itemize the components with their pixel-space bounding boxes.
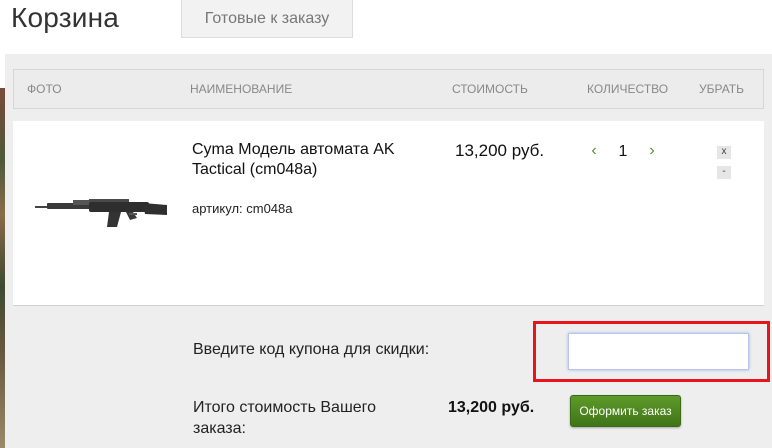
coupon-label: Введите код купона для скидки: — [193, 341, 430, 358]
table-header: ФОТО НАИМЕНОВАНИЕ СТОИМОСТЬ КОЛИЧЕСТВО У… — [13, 69, 764, 109]
quantity-value: 1 — [618, 143, 628, 160]
decrease-item-button[interactable]: - — [717, 166, 731, 179]
page-title: Корзина — [11, 2, 120, 33]
coupon-input[interactable] — [568, 333, 749, 370]
total-label: Итого стоимость Вашего заказа: — [193, 399, 377, 437]
product-sku: артикул: cm048a — [192, 201, 293, 216]
header-price: СТОИМОСТЬ — [452, 82, 528, 96]
product-name[interactable]: Cyma Модель автомата AK Tactical (cm048a… — [192, 140, 432, 180]
checkout-button[interactable]: Оформить заказ — [570, 395, 681, 427]
product-price: 13,200 руб. — [455, 141, 545, 160]
header-photo: ФОТО — [27, 82, 62, 96]
table-row: Cyma Модель автомата AK Tactical (cm048a… — [13, 121, 764, 306]
header-remove: УБРАТЬ — [699, 82, 744, 96]
product-image[interactable] — [33, 187, 169, 237]
tab-ready-to-order[interactable]: Готовые к заказу — [181, 0, 353, 38]
remove-item-button[interactable]: x — [717, 146, 731, 159]
quantity-stepper: ‹ 1 › — [587, 141, 657, 163]
chevron-right-icon[interactable]: › — [645, 141, 659, 163]
chevron-left-icon[interactable]: ‹ — [587, 141, 601, 163]
header-name: НАИМЕНОВАНИЕ — [190, 82, 293, 96]
header-quantity: КОЛИЧЕСТВО — [587, 82, 669, 96]
total-value: 13,200 руб. — [448, 399, 535, 416]
